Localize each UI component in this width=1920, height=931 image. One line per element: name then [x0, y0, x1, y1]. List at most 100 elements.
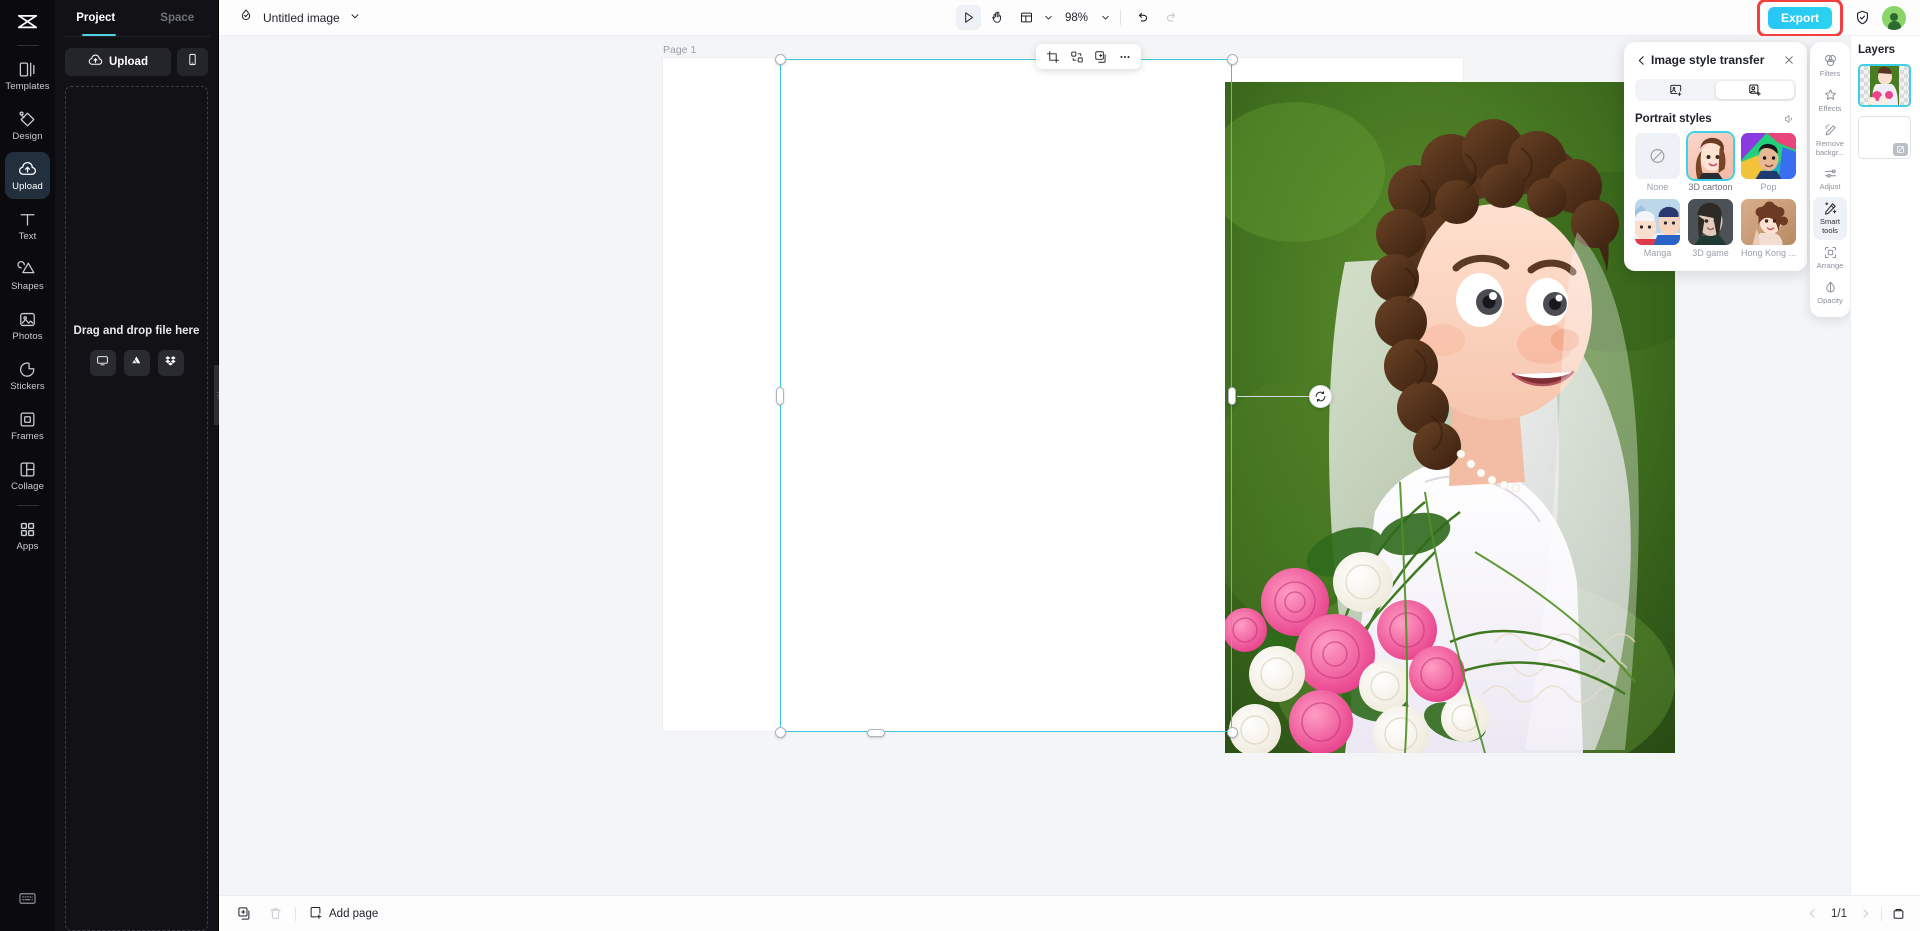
user-avatar[interactable] — [1882, 5, 1906, 30]
dropzone[interactable]: Drag and drop file here — [65, 86, 208, 931]
sidebar-item-text[interactable]: Text — [5, 202, 50, 249]
hand-tool-button[interactable] — [985, 5, 1010, 30]
style-thumbnail — [1635, 199, 1680, 245]
compare-icon[interactable] — [1784, 113, 1796, 125]
export-highlight-box: Export — [1756, 0, 1843, 37]
layout-tool-button[interactable] — [1014, 5, 1039, 30]
tool-remove-background[interactable]: Remove backgr... — [1813, 119, 1847, 162]
left-rail: Templates Design Upload Text Shapes Phot… — [0, 0, 55, 931]
tool-filters[interactable]: Filters — [1813, 49, 1847, 83]
tool-opacity[interactable]: Opacity — [1813, 276, 1847, 310]
undo-button[interactable] — [1130, 5, 1155, 30]
active-tab-indicator — [82, 33, 116, 36]
zoom-chevron-down-icon[interactable] — [1100, 12, 1111, 23]
tool-label: Smart tools — [1819, 217, 1840, 236]
tab-project[interactable]: Project — [55, 0, 137, 36]
duplicate-button[interactable] — [1089, 46, 1112, 67]
style-thumbnail — [1635, 133, 1680, 179]
resize-handle-top-left[interactable] — [775, 54, 786, 65]
sidebar-item-templates[interactable]: Templates — [5, 52, 50, 99]
sidebar-item-collage[interactable]: Collage — [5, 452, 50, 499]
collage-icon — [18, 460, 37, 479]
tool-arrange[interactable]: Arrange — [1813, 241, 1847, 275]
sidebar-label: Frames — [11, 430, 44, 442]
left-panel: Project Space Upload Drag and drop file … — [55, 0, 219, 931]
zoom-level[interactable]: 98% — [1062, 12, 1092, 24]
next-page-button[interactable] — [1859, 907, 1872, 920]
resize-handle-left[interactable] — [776, 387, 784, 405]
replace-image-button[interactable] — [1065, 46, 1088, 67]
bottom-toolbar: Add page 1/1 — [219, 895, 1920, 931]
style-option-manga[interactable]: Manga — [1635, 199, 1680, 258]
frames-icon — [18, 410, 37, 429]
tool-adjust[interactable]: Adjust — [1813, 162, 1847, 196]
layout-chevron-down-icon[interactable] — [1043, 12, 1054, 23]
sidebar-item-upload[interactable]: Upload — [5, 152, 50, 199]
canvas-image[interactable] — [1225, 82, 1675, 753]
text-icon — [18, 210, 37, 229]
sidebar-item-shapes[interactable]: Shapes — [5, 252, 50, 299]
keyboard-shortcuts-icon[interactable] — [18, 889, 37, 913]
rotate-handle-icon[interactable] — [1309, 385, 1332, 408]
resize-handle-top-right[interactable] — [1227, 54, 1238, 65]
style-option-none[interactable]: None — [1635, 133, 1680, 192]
style-label: Pop — [1760, 182, 1777, 192]
select-tool-button[interactable] — [955, 5, 981, 30]
sidebar-item-photos[interactable]: Photos — [5, 302, 50, 349]
layer-item-background[interactable] — [1858, 116, 1911, 159]
mobile-upload-button[interactable] — [177, 48, 208, 76]
add-page-button[interactable]: Add page — [305, 905, 381, 923]
image-style-transfer-panel: Image style transfer Portrait styles Non… — [1624, 42, 1807, 271]
delete-page-button[interactable] — [264, 903, 286, 925]
upload-button[interactable]: Upload — [65, 48, 171, 76]
style-option-pop[interactable]: Pop — [1740, 133, 1796, 192]
redo-button[interactable] — [1159, 5, 1184, 30]
layers-title: Layers — [1858, 44, 1896, 56]
layer-item-image[interactable] — [1858, 64, 1911, 107]
tool-label: Adjust — [1819, 182, 1841, 192]
style-option-hong-kong[interactable]: Hong Kong ... — [1740, 199, 1796, 258]
sidebar-label: Stickers — [10, 380, 45, 392]
more-horizontal-icon[interactable] — [1113, 46, 1136, 67]
resize-handle-right[interactable] — [1228, 387, 1236, 405]
style-thumbnail — [1740, 199, 1796, 245]
tool-smart-tools[interactable]: Smart tools — [1813, 197, 1847, 240]
capcut-logo[interactable] — [10, 8, 46, 38]
style-thumbnail — [1740, 133, 1796, 179]
sidebar-label: Photos — [12, 330, 43, 342]
rotate-connector — [1237, 396, 1309, 397]
tool-effects[interactable]: Effects — [1813, 84, 1847, 118]
close-icon[interactable] — [1783, 54, 1796, 66]
sidebar-item-frames[interactable]: Frames — [5, 402, 50, 449]
resize-handle-bottom[interactable] — [867, 729, 885, 737]
photos-icon — [18, 310, 37, 329]
bottom-divider-right — [1881, 906, 1882, 921]
upload-from-google-drive-button[interactable] — [123, 350, 150, 376]
tab-space[interactable]: Space — [137, 0, 219, 36]
upload-from-computer-button[interactable] — [89, 350, 116, 376]
portrait-styles-section-header: Portrait styles — [1635, 113, 1796, 125]
duplicate-page-button[interactable] — [233, 903, 255, 925]
prev-page-button[interactable] — [1806, 907, 1819, 920]
rail-divider-bottom — [16, 505, 39, 506]
resize-handle-bottom-left[interactable] — [775, 727, 786, 738]
shapes-icon — [17, 260, 37, 279]
portrait-style-tab[interactable] — [1715, 81, 1794, 99]
style-option-3d-cartoon[interactable]: 3D cartoon — [1687, 133, 1733, 192]
resize-handle-bottom-right[interactable] — [1227, 727, 1238, 738]
style-option-3d-game[interactable]: 3D game — [1687, 199, 1733, 258]
chevron-left-icon[interactable] — [1635, 54, 1649, 67]
sidebar-label: Collage — [11, 480, 44, 492]
sidebar-item-stickers[interactable]: Stickers — [5, 352, 50, 399]
page-manager-icon[interactable] — [1891, 906, 1906, 921]
upload-from-dropbox-button[interactable] — [157, 350, 184, 376]
crop-button[interactable] — [1041, 46, 1064, 67]
app-root: Templates Design Upload Text Shapes Phot… — [0, 0, 1920, 931]
sidebar-item-apps[interactable]: Apps — [5, 512, 50, 559]
style-panel-title: Image style transfer — [1651, 53, 1765, 67]
shield-check-icon[interactable] — [1854, 9, 1871, 26]
image-to-image-tab[interactable] — [1637, 81, 1716, 99]
export-button[interactable]: Export — [1767, 6, 1832, 29]
sidebar-item-design[interactable]: Design — [5, 102, 50, 149]
tool-label: Arrange — [1816, 260, 1844, 270]
